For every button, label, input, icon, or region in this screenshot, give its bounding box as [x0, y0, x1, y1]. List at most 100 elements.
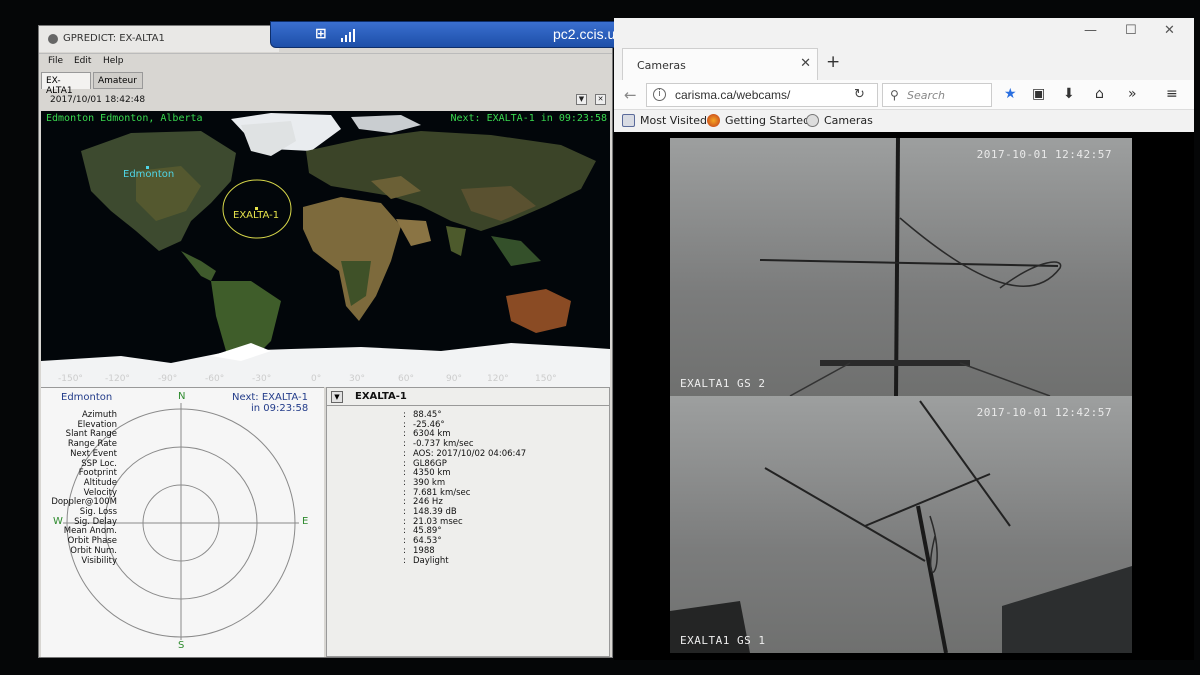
menu-file[interactable]: File: [48, 56, 63, 66]
info-separator: :: [403, 487, 406, 498]
home-icon[interactable]: ⌂: [1095, 86, 1104, 102]
browser-tab[interactable]: Cameras ✕: [622, 48, 818, 80]
info-key: Elevation: [77, 419, 117, 430]
site-info-icon[interactable]: i: [653, 88, 666, 101]
menu-edit[interactable]: Edit: [74, 56, 91, 66]
lon-tick: 30°: [349, 374, 365, 384]
reload-icon[interactable]: ↻: [854, 87, 865, 102]
world-map[interactable]: Edmonton Edmonton, Alberta Next: EXALTA-…: [41, 111, 610, 387]
polar-west-label: W: [53, 516, 63, 527]
gpredict-titlebar[interactable]: GPREDICT: EX-ALTA1: [39, 26, 279, 52]
info-value: 148.39 dB: [413, 507, 457, 517]
info-separator: :: [403, 545, 406, 556]
info-separator: :: [403, 526, 406, 537]
gpredict-window: GPREDICT: EX-ALTA1 File Edit Help EX-ALT…: [38, 25, 613, 658]
search-input[interactable]: ⚲ Search: [882, 83, 992, 107]
download-icon[interactable]: ⬇: [1063, 86, 1075, 102]
tab-amateur[interactable]: Amateur: [93, 72, 143, 89]
search-placeholder: Search: [907, 89, 946, 102]
info-separator: :: [403, 419, 406, 430]
bookmark-label: Cameras: [824, 114, 873, 127]
info-value: Daylight: [413, 555, 449, 566]
info-value: 88.45°: [413, 410, 442, 420]
info-key: Orbit Num.: [70, 545, 117, 556]
gpredict-window-title: GPREDICT: EX-ALTA1: [63, 33, 165, 44]
bookmark-label: Getting Started: [725, 114, 811, 127]
overflow-menu-icon[interactable]: »: [1128, 86, 1137, 102]
menu-help[interactable]: Help: [103, 56, 124, 66]
satellite-info-panel: ▼ EXALTA-1 Azimuth:88.45° Elevation: -25.4…: [51, 387, 610, 657]
webcam-feed-gs1[interactable]: 2017-10-01 12:42:57 EXALTA1 GS 1: [670, 396, 1132, 653]
navigation-bar: ← i carisma.ca/webcams/ ↻ ⚲ Search ★ ▣ ⬇…: [614, 80, 1194, 110]
info-key: Velocity: [83, 487, 117, 498]
new-tab-button[interactable]: +: [826, 52, 840, 72]
info-separator: :: [403, 468, 406, 479]
module-options-button[interactable]: ▼: [576, 94, 587, 105]
world-map-image: [41, 111, 610, 387]
polar-north-label: N: [178, 391, 186, 402]
browser-chrome: Cameras ✕ + — ☐ ✕ ← i carisma.ca/webcams…: [614, 18, 1194, 132]
pin-icon[interactable]: ⊞: [315, 26, 327, 42]
info-value: 246 Hz: [413, 497, 443, 508]
lon-tick: -60°: [205, 374, 225, 384]
tab-ex-alta1[interactable]: EX-ALTA1: [41, 72, 91, 96]
polar-next-event: Next: EXALTA-1: [232, 392, 308, 403]
webcam-feed-gs2[interactable]: 2017-10-01 12:42:57 EXALTA1 GS 2: [670, 138, 1132, 396]
info-separator: :: [403, 555, 406, 566]
folder-icon: [622, 114, 635, 127]
lon-tick: 90°: [446, 374, 462, 384]
info-key: Sig. Loss: [79, 507, 117, 517]
module-datetime: 2017/10/01 18:42:48: [50, 95, 146, 105]
reading-list-icon[interactable]: ▣: [1032, 86, 1045, 102]
bookmark-label: Most Visited: [640, 114, 707, 127]
info-value: 7.681 km/sec: [413, 487, 471, 498]
lon-tick: 60°: [398, 374, 414, 384]
info-separator: :: [403, 410, 406, 420]
info-separator: :: [403, 439, 406, 450]
info-value: -0.737 km/sec: [413, 439, 474, 450]
info-key: SSP Loc.: [81, 458, 117, 469]
info-key: Altitude: [83, 477, 117, 488]
info-separator: :: [403, 458, 406, 469]
info-value: GL86GP: [413, 458, 447, 469]
url-bar[interactable]: i carisma.ca/webcams/: [646, 83, 878, 107]
search-icon: ⚲: [890, 88, 899, 102]
info-value: 390 km: [413, 477, 446, 488]
camera-label: EXALTA1 GS 1: [680, 634, 766, 647]
info-separator: :: [403, 497, 406, 508]
info-satellite-name: EXALTA-1: [355, 391, 407, 402]
info-separator: :: [403, 536, 406, 547]
gpredict-app-icon: [48, 34, 58, 44]
globe-icon: [806, 114, 819, 127]
lon-tick: 0°: [311, 374, 322, 384]
lon-tick: -120°: [105, 374, 130, 384]
polar-qth-label: Edmonton: [61, 392, 113, 403]
back-arrow-icon[interactable]: ←: [624, 86, 637, 104]
tab-close-icon[interactable]: ✕: [800, 56, 811, 71]
module-close-button[interactable]: ✕: [595, 94, 606, 105]
polar-east-label: E: [302, 516, 309, 527]
url-text: carisma.ca/webcams/: [675, 88, 791, 102]
camera-label: EXALTA1 GS 2: [680, 377, 766, 390]
info-key: Visibility: [81, 555, 117, 566]
satellite-select-button[interactable]: ▼: [331, 391, 343, 403]
lon-tick: 150°: [535, 374, 557, 384]
antenna-image: [670, 400, 1132, 653]
window-close-button[interactable]: ✕: [1164, 23, 1175, 38]
camera-timestamp: 2017-10-01 12:42:57: [976, 148, 1112, 161]
window-maximize-button[interactable]: ☐: [1125, 23, 1137, 38]
antenna-image: [759, 138, 1062, 396]
info-value: 21.03 msec: [413, 516, 463, 527]
hamburger-menu-icon[interactable]: ≡: [1166, 86, 1178, 102]
info-value: 6304 km: [413, 429, 451, 440]
info-header: ▼ EXALTA-1: [327, 388, 609, 406]
info-key: Slant Range: [65, 429, 117, 440]
window-minimize-button[interactable]: —: [1084, 23, 1097, 38]
lon-tick: -30°: [252, 374, 272, 384]
satellite-marker-label: EXALTA-1: [233, 210, 280, 221]
info-value: AOS: 2017/10/02 04:06:47: [413, 448, 527, 459]
lon-tick: -90°: [158, 374, 178, 384]
bookmark-star-icon[interactable]: ★: [1004, 86, 1017, 102]
info-separator: :: [403, 477, 406, 488]
info-key: Range Rate: [67, 439, 117, 450]
